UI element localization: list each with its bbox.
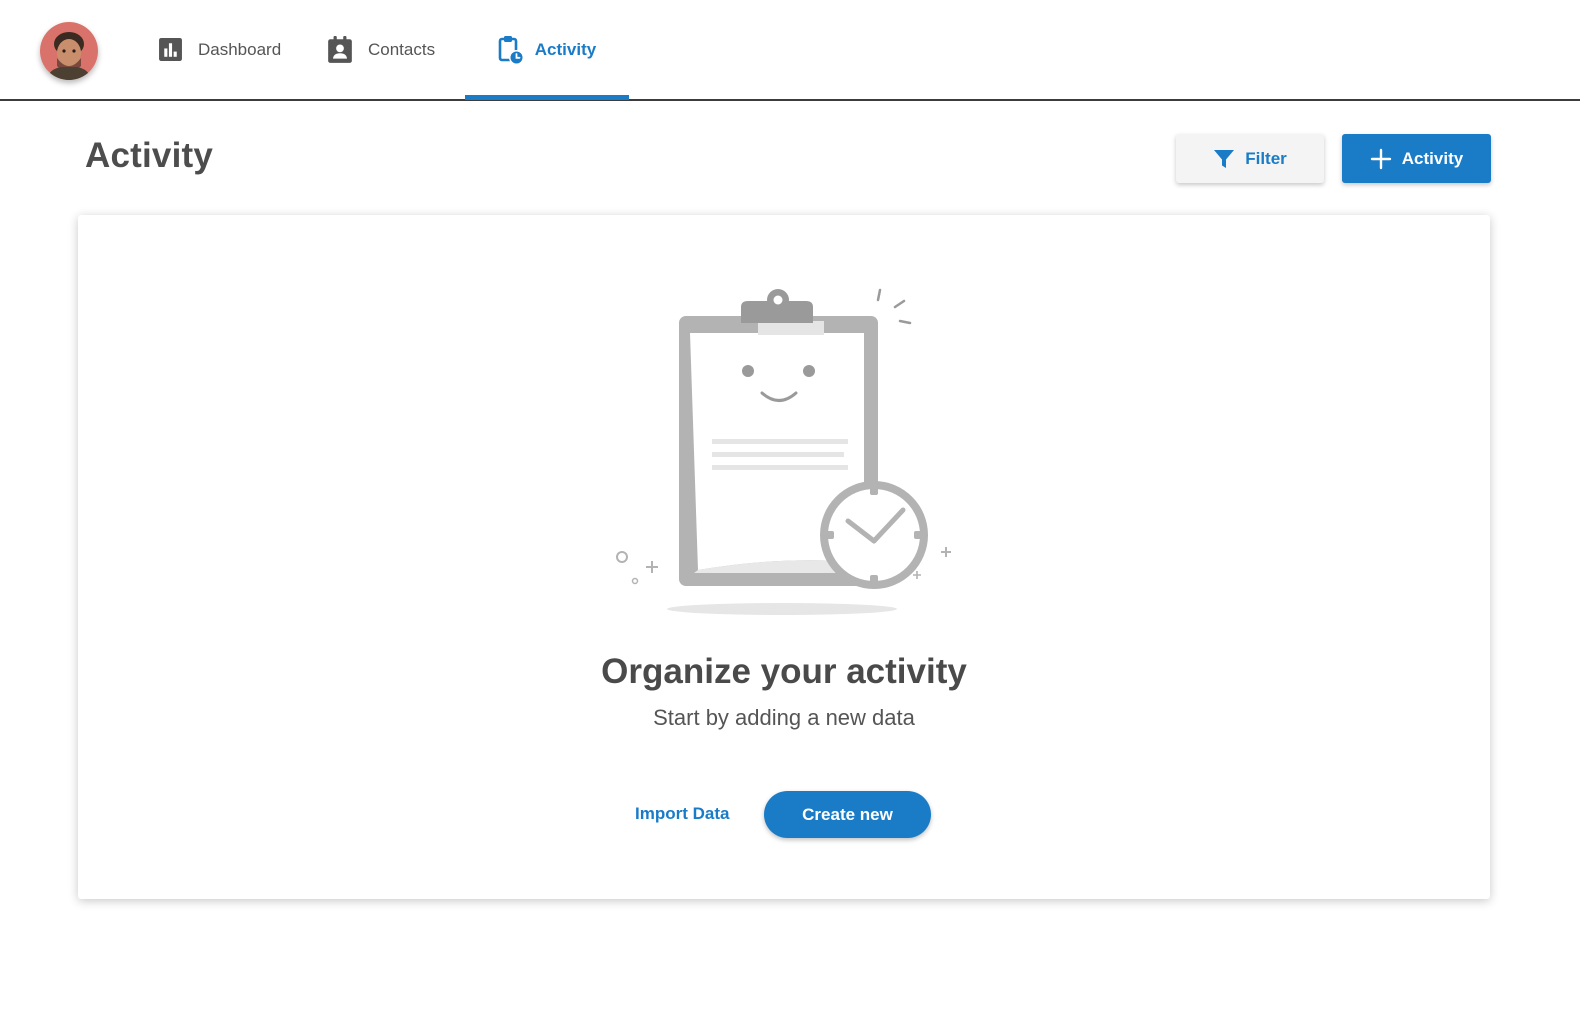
- nav-tab-activity[interactable]: Activity: [465, 0, 629, 99]
- bar-chart-icon: [157, 37, 183, 63]
- contact-card-icon: [327, 35, 353, 63]
- empty-state-subtitle: Start by adding a new data: [653, 705, 915, 730]
- activity-empty-card: Organize your activity Start by adding a…: [78, 215, 1490, 899]
- nav-tab-contacts[interactable]: Contacts: [327, 0, 435, 99]
- nav-tab-dashboard[interactable]: Dashboard: [157, 0, 281, 99]
- top-navigation: Dashboard Contacts Activity: [0, 0, 1580, 101]
- add-activity-button-label: Activity: [1401, 148, 1464, 168]
- create-new-button[interactable]: Create new: [764, 791, 931, 838]
- user-avatar[interactable]: [40, 22, 98, 80]
- add-activity-button[interactable]: Activity: [1342, 134, 1491, 183]
- nav-tab-dashboard-label: Dashboard: [198, 39, 282, 59]
- filter-button-label: Filter: [1245, 148, 1287, 168]
- nav-tab-contacts-label: Contacts: [368, 39, 436, 59]
- page-title: Activity: [85, 136, 214, 175]
- plus-icon: [1370, 148, 1392, 170]
- clipboard-clock-icon: [498, 35, 524, 65]
- empty-state-title: Organize your activity: [601, 652, 967, 691]
- avatar-photo: [40, 22, 98, 80]
- active-tab-indicator: [465, 95, 629, 100]
- clipboard-clock-illustration: [608, 283, 968, 623]
- nav-tab-activity-label: Activity: [534, 39, 597, 59]
- import-data-link[interactable]: Import Data: [635, 804, 729, 824]
- filter-button[interactable]: Filter: [1176, 134, 1324, 183]
- filter-icon: [1213, 148, 1235, 170]
